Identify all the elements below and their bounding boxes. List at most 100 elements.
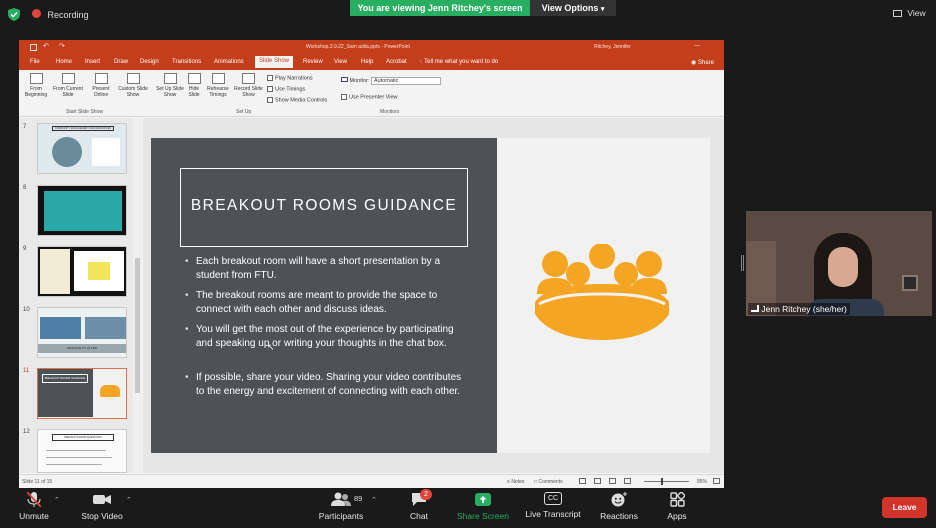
from-current-button[interactable]: From Current Slide: [51, 73, 85, 98]
view-button[interactable]: View: [893, 8, 926, 18]
tab-view[interactable]: View: [334, 59, 347, 65]
shield-icon[interactable]: [8, 8, 20, 21]
comments-button[interactable]: □ Comments: [534, 479, 563, 485]
tab-insert[interactable]: Insert: [85, 59, 100, 65]
tell-me-label: Tell me what you want to do: [424, 59, 499, 65]
lightbulb-icon: ◌: [419, 59, 423, 65]
zoom-slider-thumb[interactable]: [661, 478, 663, 485]
monitor-value: Automatic: [370, 77, 441, 85]
mouse-cursor-icon: ↖: [267, 342, 275, 352]
slideshow-view-icon[interactable]: [624, 478, 631, 484]
thumbnail-image[interactable]: HIGH QUALITY OF LIFE: [37, 307, 127, 358]
custom-show-icon: [126, 73, 140, 84]
slide-graphic-panel: [497, 138, 710, 453]
leave-button[interactable]: Leave: [882, 497, 927, 518]
from-beginning-label: From Beginning: [24, 86, 48, 98]
participant-name-tag: Jenn Ritchey (she/her): [748, 303, 850, 315]
viewing-screen-banner: You are viewing Jenn Ritchey's screen: [350, 0, 530, 16]
thumbnail-image-selected[interactable]: BREAKOUT ROOMS GUIDANCE: [37, 368, 127, 419]
use-presenter-view-label: Use Presenter View: [349, 94, 398, 101]
checkbox-checked-icon: [267, 97, 273, 103]
thumbnail-image[interactable]: BREAKOUT ROOM QUESTIONS: [37, 429, 127, 473]
redo-icon[interactable]: ↷: [59, 42, 65, 50]
ppt-status-bar: Slide 11 of 15 ≡ Notes □ Comments 85%: [19, 474, 724, 488]
slide-text-panel: BREAKOUT ROOMS GUIDANCE Each breakout ro…: [151, 138, 497, 453]
slide-counter: Slide 11 of 15: [22, 479, 53, 485]
user-name: Ritchey, Jennifer: [594, 44, 631, 50]
thumbnail-image[interactable]: [37, 185, 127, 236]
normal-view-icon[interactable]: [579, 478, 586, 484]
participants-chevron-icon[interactable]: ⌃: [371, 496, 377, 504]
set-up-show-button[interactable]: Set Up Slide Show: [154, 73, 186, 98]
live-transcript-label: Live Transcript: [525, 509, 581, 519]
notes-icon: ≡: [507, 479, 510, 485]
play-from-start-icon: [29, 73, 43, 84]
checkbox-unchecked-icon: [341, 94, 347, 100]
current-slide[interactable]: BREAKOUT ROOMS GUIDANCE Each breakout ro…: [151, 138, 710, 453]
chat-label: Chat: [410, 511, 428, 521]
tell-me-search[interactable]: ◌ Tell me what you want to do: [419, 59, 498, 65]
from-beginning-button[interactable]: From Beginning: [21, 73, 51, 98]
hide-slide-button[interactable]: Hide Slide: [185, 73, 203, 98]
rehearse-timings-button[interactable]: Rehearse Timings: [204, 73, 232, 98]
reading-view-icon[interactable]: [609, 478, 616, 484]
tab-home[interactable]: Home: [56, 59, 72, 65]
save-icon[interactable]: [30, 44, 37, 51]
undo-icon[interactable]: ↶: [43, 42, 49, 50]
video-options-chevron-icon[interactable]: ⌃: [126, 496, 132, 504]
tab-design[interactable]: Design: [140, 59, 159, 65]
tab-transitions[interactable]: Transitions: [172, 59, 201, 65]
share-button[interactable]: ◉ Share: [691, 59, 714, 66]
record-slide-show-button[interactable]: Record Slide Show: [232, 73, 265, 98]
tab-help[interactable]: Help: [361, 59, 373, 65]
tab-review[interactable]: Review: [303, 59, 323, 65]
thumbnail-scrollbar[interactable]: [133, 118, 142, 473]
apps-button[interactable]: Apps: [661, 492, 693, 521]
notes-button[interactable]: ≡ Notes: [507, 479, 524, 485]
play-narrations-checkbox[interactable]: Play Narrations: [267, 75, 313, 81]
recording-icon: [32, 9, 41, 18]
tab-draw[interactable]: Draw: [114, 59, 128, 65]
stop-video-button[interactable]: Stop Video: [76, 492, 128, 521]
comments-label: Comments: [538, 479, 563, 485]
thumbnail-number: 8: [23, 185, 27, 191]
panel-resize-handle[interactable]: [741, 255, 744, 271]
live-transcript-button[interactable]: CC Live Transcript: [523, 492, 583, 519]
monitor-select[interactable]: Monitor: Automatic: [341, 77, 441, 85]
monitor-icon: [341, 77, 348, 82]
participant-video-tile[interactable]: Jenn Ritchey (she/her): [746, 211, 932, 316]
thumbnail-number: 11: [23, 368, 30, 374]
custom-show-button[interactable]: Custom Slide Show: [116, 73, 150, 98]
slide-sorter-icon[interactable]: [594, 478, 601, 484]
tab-file[interactable]: File: [30, 59, 40, 65]
thumbnail-photo-right: [85, 317, 126, 339]
slide-title-box[interactable]: BREAKOUT ROOMS GUIDANCE: [180, 168, 468, 247]
tab-slide-show[interactable]: Slide Show: [255, 56, 294, 68]
fit-slide-icon[interactable]: [713, 478, 720, 484]
participants-icon: [331, 492, 351, 506]
view-options-button[interactable]: View Options ▾: [530, 0, 616, 16]
show-media-controls-checkbox[interactable]: Show Media Controls: [267, 97, 327, 103]
apps-icon: [669, 492, 685, 507]
thumbnail-photo-left: [40, 317, 81, 339]
thumbnail-image[interactable]: [37, 246, 127, 297]
minimize-icon[interactable]: —: [694, 43, 700, 49]
recording-indicator[interactable]: Recording: [32, 9, 89, 20]
share-screen-button[interactable]: Share Screen: [455, 492, 511, 521]
unmute-label: Unmute: [19, 511, 49, 521]
shared-screen-powerpoint: ↶ ↷ Workshop.3.9.22_Sam adds.pptx - Powe…: [19, 40, 724, 488]
use-presenter-view-checkbox[interactable]: Use Presenter View: [341, 94, 398, 100]
present-online-button[interactable]: Present Online: [87, 73, 115, 98]
zoom-value[interactable]: 85%: [697, 479, 707, 485]
audio-options-chevron-icon[interactable]: ⌃: [54, 496, 60, 504]
tab-acrobat[interactable]: Acrobat: [386, 59, 407, 65]
scrollbar-thumb[interactable]: [135, 258, 140, 393]
use-timings-checkbox[interactable]: Use Timings: [267, 86, 305, 92]
thumbnail-image[interactable]: COMMUNITY ENGAGEMENT AND RESOURCES: [37, 123, 127, 174]
tab-animations[interactable]: Animations: [214, 59, 244, 65]
view-label: View: [907, 8, 926, 18]
unmute-button[interactable]: Unmute: [14, 492, 54, 521]
zoom-slider[interactable]: [644, 481, 689, 482]
reactions-button[interactable]: Reactions: [597, 492, 641, 521]
ribbon-slide-show: From Beginning From Current Slide Presen…: [19, 70, 724, 117]
